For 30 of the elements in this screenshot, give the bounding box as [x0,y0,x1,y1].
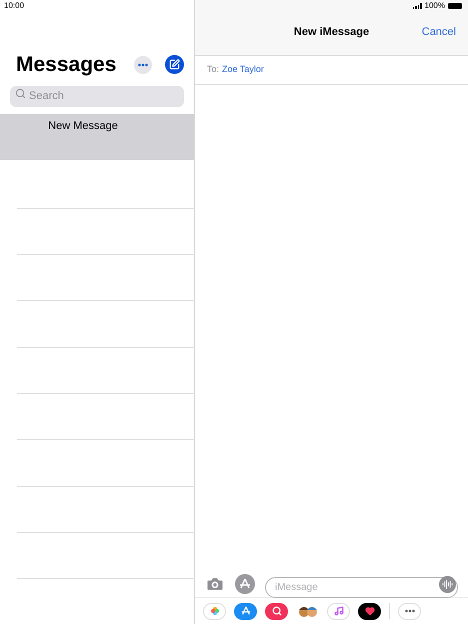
digital-touch-app-icon[interactable] [358,602,381,620]
conversation-item[interactable]: New Message [0,114,194,160]
status-time: 10:00 [4,0,24,12]
compose-button[interactable] [165,55,184,74]
battery-icon [448,3,462,9]
compose-title: New iMessage [294,25,370,40]
signal-icon [412,3,422,9]
letter-a-icon [239,578,251,590]
music-app-icon[interactable] [327,602,350,620]
more-button[interactable] [134,56,152,74]
music-note-icon [334,606,344,616]
message-field[interactable]: iMessage [265,576,458,598]
photos-app-icon[interactable] [203,602,226,620]
app-store-button[interactable] [235,574,255,594]
audio-button[interactable] [439,576,456,592]
cancel-button[interactable]: Cancel [422,24,456,41]
heart-icon [364,606,374,616]
to-label: To: [207,63,220,76]
battery-percent: 100% [424,0,445,12]
letter-a-icon [240,606,250,616]
recipient-link[interactable]: Zoe Taylor [222,63,264,77]
web-search-app-icon[interactable] [265,602,288,620]
waveform-icon [442,578,453,590]
search-icon [272,606,282,616]
more-apps-button[interactable] [398,602,421,620]
search-field[interactable]: Search [10,86,184,106]
sidebar-title: Messages [16,54,116,75]
app-store-app-icon[interactable] [234,602,257,620]
search-icon [15,88,26,99]
compose-icon [169,59,180,70]
